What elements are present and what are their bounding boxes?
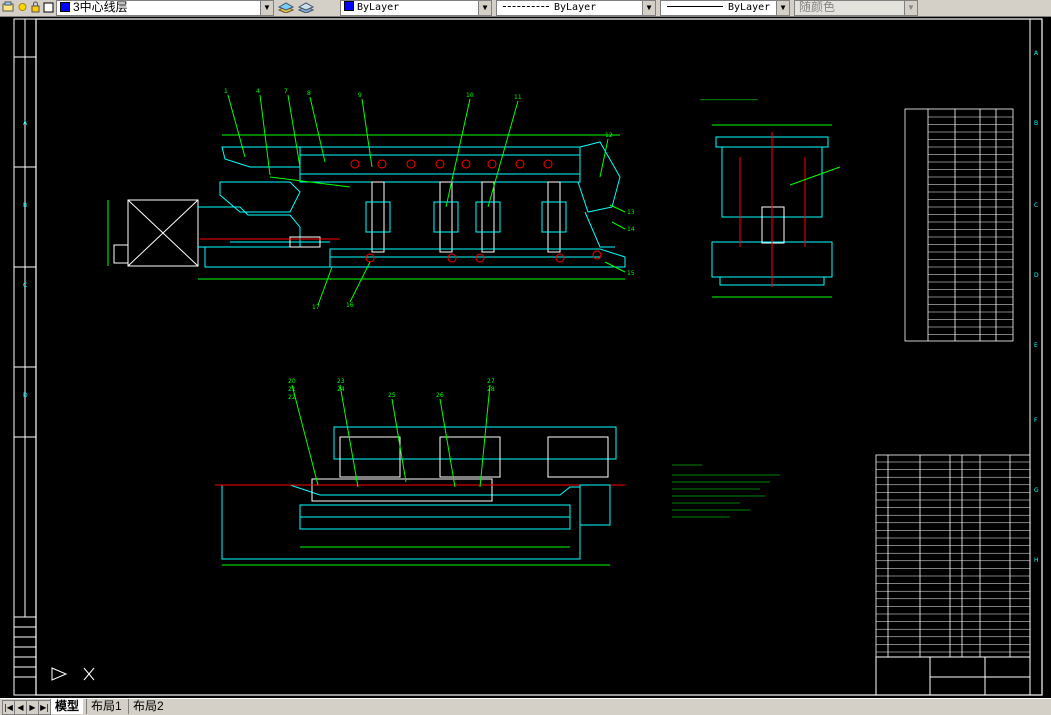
- lineweight-value: ByLayer: [728, 2, 771, 13]
- svg-text:G: G: [1034, 487, 1039, 494]
- svg-text:D: D: [1034, 272, 1039, 279]
- sun-icon[interactable]: [16, 1, 29, 13]
- layout-tab-bar: |◀ ◀ ▶ ▶| 模型 布局1 布局2: [0, 698, 1051, 715]
- svg-text:14: 14: [627, 226, 635, 233]
- svg-text:10: 10: [466, 92, 474, 99]
- svg-text:B: B: [23, 202, 27, 209]
- tab-model[interactable]: 模型: [50, 699, 84, 714]
- tab-layout2[interactable]: 布局2: [128, 699, 168, 714]
- side-view: ────────────────: [699, 97, 841, 298]
- chevron-down-icon[interactable]: ▼: [776, 1, 789, 15]
- tab-layout1[interactable]: 布局1: [86, 699, 126, 714]
- plotstyle-value: 随颜色: [799, 0, 836, 14]
- make-object-layer-current-icon[interactable]: [278, 1, 294, 13]
- svg-text:4: 4: [256, 88, 260, 95]
- lineweight-dropdown[interactable]: ByLayer ▼: [660, 0, 790, 16]
- svg-text:C: C: [23, 282, 27, 289]
- main-elevation-view: [107, 134, 626, 280]
- spec-table: [904, 108, 1014, 342]
- linetype-dropdown[interactable]: ByLayer ▼: [496, 0, 656, 16]
- svg-text:7: 7: [284, 88, 288, 95]
- svg-text:1: 1: [224, 88, 228, 95]
- svg-text:9: 9: [358, 92, 362, 99]
- svg-text:H: H: [1034, 557, 1039, 564]
- layer-dropdown[interactable]: 3中心线层 ▼: [56, 0, 274, 16]
- svg-text:16: 16: [346, 302, 354, 309]
- margin-table: [13, 616, 37, 678]
- svg-text:F: F: [1034, 417, 1038, 424]
- svg-text:23: 23: [337, 378, 345, 385]
- svg-text:24: 24: [337, 386, 345, 393]
- svg-text:A: A: [23, 120, 28, 127]
- color-square-icon[interactable]: [42, 1, 55, 13]
- linetype-sample: [503, 6, 549, 7]
- svg-text:8: 8: [307, 90, 311, 97]
- part-number-callouts: [227, 94, 626, 306]
- svg-text:────────────────: ────────────────: [699, 97, 758, 104]
- chevron-down-icon[interactable]: ▼: [260, 1, 273, 15]
- plan-part-callouts: [291, 384, 491, 488]
- svg-text:E: E: [1034, 342, 1038, 349]
- svg-text:20: 20: [288, 378, 296, 385]
- color-value: ByLayer: [357, 2, 400, 13]
- plan-part-numbers: 202122 2324 25 26 2728: [288, 378, 495, 401]
- svg-text:28: 28: [487, 386, 495, 393]
- svg-text:12: 12: [605, 132, 613, 139]
- svg-text:11: 11: [514, 94, 522, 101]
- frame-zone-letters: A B C D A B C D E F G H: [23, 50, 1039, 564]
- bill-of-materials: [875, 454, 1031, 696]
- layer-states-icon[interactable]: [2, 1, 15, 13]
- svg-text:13: 13: [627, 209, 635, 216]
- svg-text:22: 22: [288, 394, 296, 401]
- drawing: A B C D A B C D E F G H 1 4 7 8 9 10 111213 14151…: [13, 18, 1043, 696]
- svg-text:17: 17: [312, 304, 320, 311]
- color-swatch: [344, 1, 354, 11]
- svg-text:B: B: [1034, 120, 1038, 127]
- svg-text:C: C: [1034, 202, 1038, 209]
- ucs-icon: [51, 667, 95, 681]
- model-space-canvas[interactable]: A B C D A B C D E F G H 1 4 7 8 9 10 11 12 13 14 …: [0, 17, 1051, 697]
- chevron-down-icon[interactable]: ▼: [642, 1, 655, 15]
- svg-text:A: A: [1034, 50, 1039, 57]
- chevron-down-icon[interactable]: ▼: [904, 1, 917, 15]
- part-numbers: 147 8 9 10 111213 141516 17: [224, 88, 635, 311]
- svg-text:21: 21: [288, 386, 296, 393]
- technical-notes: [672, 464, 780, 518]
- linetype-value: ByLayer: [554, 2, 597, 13]
- svg-text:D: D: [23, 392, 28, 399]
- layer-previous-icon[interactable]: [298, 1, 314, 13]
- svg-text:26: 26: [436, 392, 444, 399]
- svg-text:25: 25: [388, 392, 396, 399]
- lock-icon[interactable]: [29, 1, 42, 13]
- layer-color-swatch: [60, 2, 70, 12]
- svg-text:15: 15: [627, 270, 635, 277]
- plan-view: [215, 426, 625, 566]
- plotstyle-dropdown[interactable]: 随颜色 ▼: [794, 0, 918, 16]
- title-block: [875, 656, 1031, 696]
- properties-toolbar: 3中心线层 ▼ ByLayer ▼ ByLayer ▼ ByLayer ▼ 随颜…: [0, 0, 1051, 17]
- layer-name: 3中心线层: [73, 0, 128, 14]
- chevron-down-icon[interactable]: ▼: [478, 1, 491, 15]
- svg-text:27: 27: [487, 378, 495, 385]
- color-dropdown[interactable]: ByLayer ▼: [340, 0, 492, 16]
- lineweight-sample: [667, 6, 723, 7]
